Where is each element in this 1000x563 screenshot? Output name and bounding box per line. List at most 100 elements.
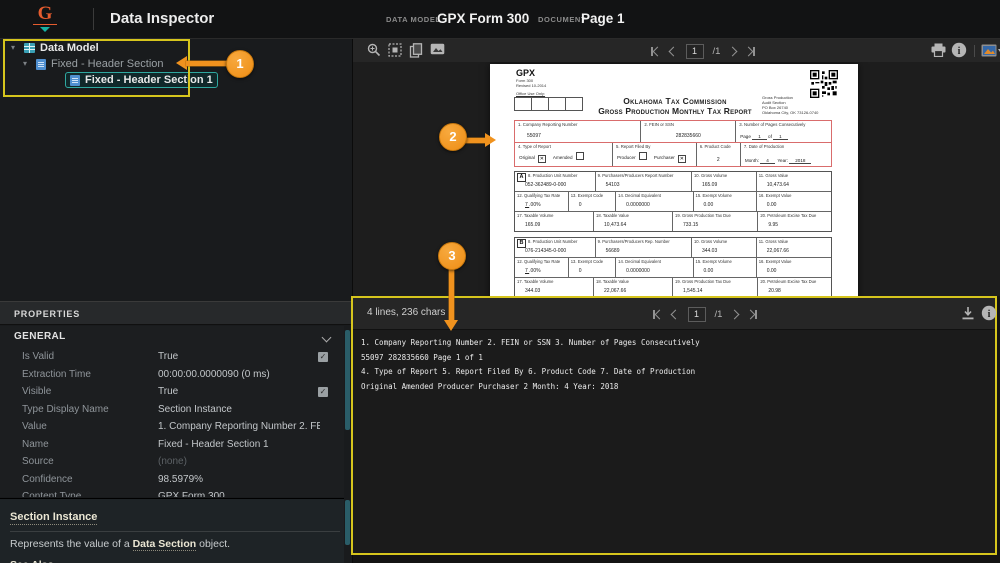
tree-selection-box: Fixed - Header Section 1 [65,72,218,88]
checkbox-checked-icon[interactable]: ✓ [318,387,328,397]
context-separator: · [521,11,526,26]
document-icon [70,74,80,86]
type-description-body: Represents the value of a Data Section o… [10,538,344,551]
form-sections: A 8. Production Unit Number 052-362489-0-0… [514,171,832,296]
callout-3-arrow [449,268,454,321]
copy-pages-icon[interactable] [409,43,423,58]
description-text-suffix: object. [196,538,231,550]
field-label: B 8. Production Unit Number [517,239,595,248]
field-label: 5. Report Filed By [615,144,651,149]
field-value: 20.98 [768,288,781,294]
field-label: 15. Exempt Volume [695,193,732,198]
field-value: 344.03 [701,248,718,254]
form-cell-pages: 3. Number of Pages Consecutively Page 1 … [736,121,831,142]
property-row-is-valid: Is Valid True ✓ [0,348,344,366]
form-section-b: B 8. Production Unit Number 076-214345-0-0… [514,237,832,296]
checkbox-amended [575,152,584,160]
field-value: 7 .00% [525,202,541,208]
field-value: 344.03 [525,288,541,294]
viewer-toolbar: 1 /1 i [353,39,1000,63]
field-label: 20. Petroleum Excise Tax Due [760,213,817,218]
form-section-row: B 8. Production Unit Number 076-214345-0-0… [515,238,831,258]
tree-item-content: Data Model [20,40,103,56]
next-page-icon[interactable] [727,46,738,57]
first-page-icon[interactable] [651,46,662,57]
field-label: 14. Decimal Equivalent [618,193,661,198]
expander-icon[interactable]: ▾ [8,40,18,56]
field-label: 11. Gross Value [758,239,789,244]
description-scrollbar-thumb[interactable] [345,500,350,545]
text-line: 4. Type of Report 5. Report Filed By 6. … [361,367,696,376]
tree-item-fixed-header-section-1[interactable]: Fixed - Header Section 1 [0,72,352,88]
callout-1-arrow [186,61,228,66]
prev-page-icon[interactable] [670,309,680,320]
field-label: 9. Purchasers/Producers Rep. Number [597,239,670,244]
section-letter-box: A [517,173,526,182]
type-description-panel: Section Instance Represents the value of… [0,498,344,563]
form-section-row: 12. Qualifying Tax Rate 7 .00% 13. Exempt… [515,258,831,278]
field-value: 56689 [605,248,620,254]
last-page-icon[interactable] [745,309,757,320]
thumbnail-menu-icon[interactable] [981,44,1000,57]
form-cell: 17. Taxable Volume 344.03 [515,278,594,296]
field-label: 16. Exempt Value [758,193,792,198]
property-row-visible: Visible True ✓ [0,383,344,401]
field-value: Month: 4 Year: 2018 [745,158,812,164]
extracted-text-panel: 4 lines, 236 chars 1 /1 i 1. Company Rep… [351,296,997,555]
field-label: 13. Exempt Code [570,193,604,198]
text-line: 1. Company Reporting Number 2. FEIN or S… [361,338,700,347]
properties-panel-header: PROPERTIES [0,301,352,325]
page-input[interactable]: 1 [687,307,706,322]
tree-item-data-model[interactable]: ▾ Data Model [0,40,352,56]
property-label: Extraction Time [22,368,91,380]
last-page-icon[interactable] [743,46,755,57]
select-region-icon[interactable] [388,43,402,57]
field-value: 282835660 [675,133,701,139]
form-cell-fein: 2. FEIN or SSN 282835660 [641,121,737,142]
description-text: Represents the value of a [10,538,133,550]
properties-group-general[interactable]: GENERAL [0,326,344,348]
field-label: 20. Petroleum Excise Tax Due [760,279,817,284]
page-input[interactable]: 1 [685,44,704,59]
toolbar-separator [974,45,975,57]
field-value: 733.15 [683,222,699,228]
image-icon[interactable] [430,43,445,55]
data-section-link[interactable]: Data Section [132,538,197,551]
next-page-icon[interactable] [729,309,740,320]
form-cell: A 8. Production Unit Number 052-362489-0-0… [515,172,596,191]
see-also-link[interactable]: See Also [10,559,344,563]
field-value: 165.09 [701,182,718,188]
type-description-title-link[interactable]: Section Instance [10,511,98,525]
info-icon[interactable]: i [981,305,997,321]
field-value: 165.09 [525,222,541,228]
qr-code [810,70,838,98]
extracted-text[interactable]: 1. Company Reporting Number 2. FEIN or S… [361,336,987,549]
form-cell: 20. Petroleum Excise Tax Due 9.95 [758,212,831,231]
zoom-icon[interactable] [367,43,381,57]
app-title: Data Inspector [110,10,215,27]
checkbox-producer [638,152,647,160]
print-icon[interactable] [931,43,946,57]
top-bar: G Data Inspector DATA MODEL GPX Form 300… [0,0,1000,39]
properties-scrollbar-thumb[interactable] [345,330,350,430]
callout-2-arrow [464,138,486,143]
form-cell: 13. Exempt Code 0 [569,192,617,211]
expander-icon[interactable]: ▾ [20,56,30,72]
form-cell: B 8. Production Unit Number 076-214345-0-0… [515,238,596,257]
chevron-down-icon[interactable] [321,332,332,343]
text-line: 55097 282835660 Page 1 of 1 [361,352,483,362]
field-label: 15. Exempt Volume [695,259,732,264]
property-label: Visible [22,386,52,397]
field-value: 54103 [605,182,620,188]
document-value: Page 1 [581,11,625,26]
field-value: 7 .00% [525,268,541,274]
first-page-icon[interactable] [653,309,664,320]
form-cell: 15. Exempt Volume 0.00 [694,258,757,277]
prev-page-icon[interactable] [668,46,678,57]
download-icon[interactable] [961,306,975,320]
field-value: 0.00 [703,202,714,208]
checkbox-checked-icon[interactable]: ✓ [318,352,328,362]
info-icon[interactable]: i [951,42,967,58]
form-cell: 16. Exempt Value 0.00 [757,192,831,211]
callout-1-badge: 1 [226,50,254,78]
